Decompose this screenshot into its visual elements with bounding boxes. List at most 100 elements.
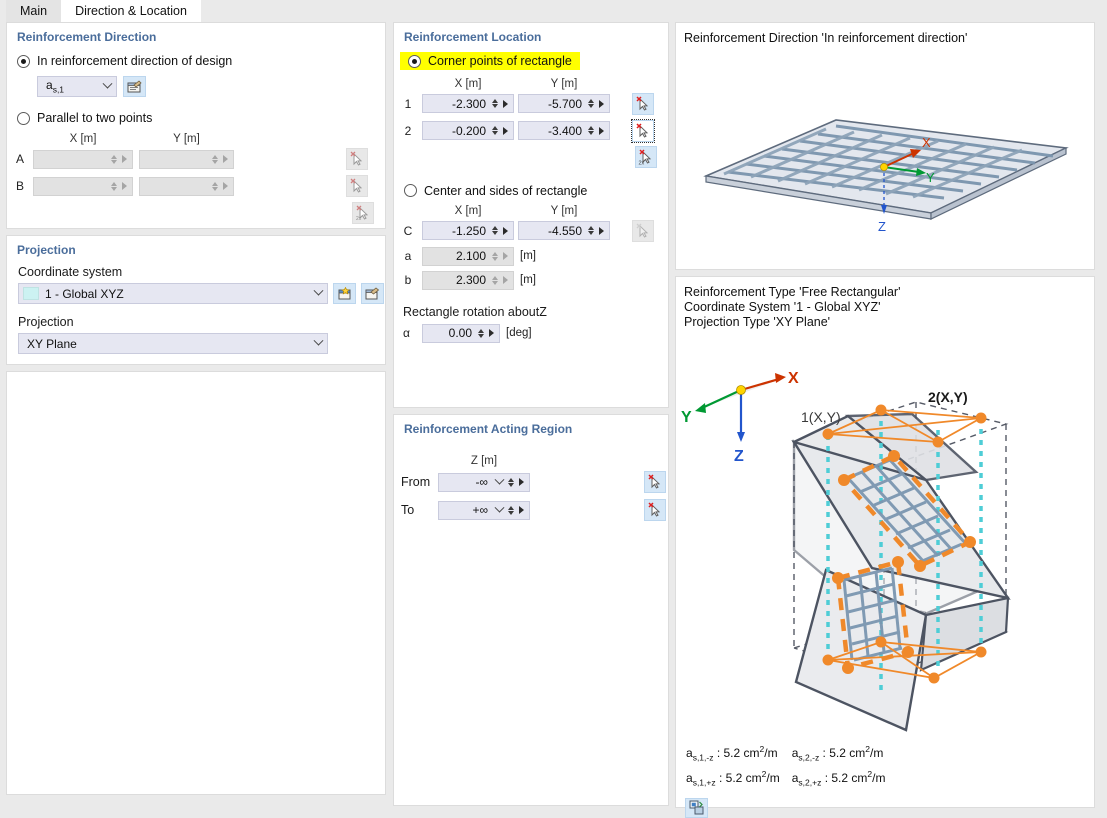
- expand-triangle-icon[interactable]: [515, 506, 527, 514]
- pick-two-points-icon[interactable]: 2x: [352, 202, 374, 224]
- spinner[interactable]: [490, 99, 499, 108]
- spinner[interactable]: [490, 126, 499, 135]
- chevron-down-icon[interactable]: [492, 479, 506, 486]
- value: 2.100: [455, 249, 486, 263]
- reinforcement-direction-view[interactable]: Reinforcement Direction 'In reinforcemen…: [675, 22, 1095, 270]
- from-z-input[interactable]: -∞: [438, 472, 530, 492]
- coordinate-system-select[interactable]: 1 - Global XYZ: [18, 283, 328, 304]
- chevron-down-icon: [311, 290, 325, 297]
- spinner[interactable]: [490, 251, 499, 261]
- expand-triangle-icon[interactable]: [515, 478, 527, 486]
- spinner[interactable]: [506, 477, 515, 487]
- projection-panel: Projection Coordinate system 1 - Global …: [6, 235, 386, 365]
- radio-parallel-two-points[interactable]: Parallel to two points: [7, 111, 385, 125]
- spinner[interactable]: [476, 328, 485, 338]
- new-coordinate-system-icon[interactable]: [333, 283, 356, 304]
- view-line-3: Projection Type 'XY Plane': [684, 315, 831, 329]
- spinner[interactable]: [586, 226, 595, 235]
- tab-main[interactable]: Main: [6, 0, 62, 22]
- reinforcement-direction-title: Reinforcement Direction: [17, 30, 157, 44]
- expand-triangle-icon[interactable]: [595, 100, 607, 108]
- pick-point-icon[interactable]: [346, 175, 368, 197]
- column-header-z: Z [m]: [470, 455, 498, 467]
- row-label-b: B: [15, 179, 24, 193]
- table-row: 2 -0.200 -3.400: [394, 118, 668, 143]
- radio-indicator: [17, 54, 30, 68]
- expand-triangle-icon[interactable]: [499, 227, 511, 235]
- expand-triangle-icon[interactable]: [219, 182, 231, 190]
- color-swatch: [23, 287, 39, 300]
- table-row: B: [7, 175, 385, 197]
- point-b-x-input[interactable]: [33, 176, 133, 196]
- projection-type-value: XY Plane: [27, 336, 77, 351]
- axis-label-y: Y: [681, 409, 692, 426]
- pick-point-icon[interactable]: [644, 471, 666, 493]
- edit-coordinate-system-icon[interactable]: [361, 283, 384, 304]
- spinner[interactable]: [210, 181, 219, 191]
- legend-cell: as,2,+z : 5.2 cm2/m: [791, 769, 886, 788]
- pick-two-points-icon[interactable]: 2x: [635, 145, 657, 168]
- projection-type-select[interactable]: XY Plane: [18, 333, 328, 354]
- design-direction-select[interactable]: as,1: [37, 76, 117, 97]
- table-row: A: [7, 148, 385, 170]
- point-a-y-input[interactable]: [139, 149, 234, 169]
- axis-label-x: X: [788, 370, 799, 387]
- expand-triangle-icon[interactable]: [499, 276, 511, 284]
- pick-point-icon[interactable]: [632, 219, 654, 242]
- view-line-2: Coordinate System '1 - Global XYZ': [684, 300, 881, 314]
- side-b-input[interactable]: 2.300: [422, 270, 514, 290]
- pick-point-icon[interactable]: [631, 118, 655, 143]
- expand-triangle-icon[interactable]: [499, 100, 511, 108]
- spinner[interactable]: [506, 505, 515, 515]
- tab-direction-location[interactable]: Direction & Location: [61, 0, 201, 22]
- reinforcement-type-view[interactable]: Reinforcement Type 'Free Rectangular' Co…: [675, 276, 1095, 818]
- radio-corner-points[interactable]: Corner points of rectangle: [400, 52, 580, 70]
- pick-point-icon[interactable]: [346, 148, 368, 170]
- expand-triangle-icon[interactable]: [118, 155, 130, 163]
- export-image-icon[interactable]: [685, 797, 708, 818]
- center-x-input[interactable]: -1.250: [422, 221, 514, 240]
- chevron-down-icon[interactable]: [492, 507, 506, 514]
- radio-in-design-direction[interactable]: In reinforcement direction of design: [7, 54, 385, 68]
- pick-point-icon[interactable]: [644, 499, 666, 521]
- expand-triangle-icon[interactable]: [219, 155, 231, 163]
- spinner[interactable]: [490, 275, 499, 285]
- point-a-x-input[interactable]: [33, 149, 133, 169]
- acting-region-title: Reinforcement Acting Region: [404, 422, 573, 436]
- spinner[interactable]: [109, 181, 118, 191]
- pick-point-icon[interactable]: [632, 92, 654, 115]
- chevron-down-icon: [100, 83, 114, 90]
- legend-row: as,1,-z : 5.2 cm2/m as,2,-z : 5.2 cm2/m: [686, 741, 897, 766]
- corner-2-y-input[interactable]: -3.400: [518, 121, 610, 140]
- expand-triangle-icon[interactable]: [499, 252, 511, 260]
- expand-triangle-icon[interactable]: [595, 127, 607, 135]
- table-row: C -1.250 -4.550: [394, 219, 668, 242]
- expand-triangle-icon[interactable]: [485, 329, 497, 337]
- side-a-input[interactable]: 2.100: [422, 246, 514, 266]
- edit-properties-icon[interactable]: [123, 76, 146, 97]
- spinner[interactable]: [210, 154, 219, 164]
- value: -2.300: [451, 96, 486, 111]
- radio-indicator: [17, 111, 30, 125]
- corner-1-y-input[interactable]: -5.700: [518, 94, 610, 113]
- slab-3d-graphic: X Y Z: [703, 119, 1069, 234]
- corner-2-x-input[interactable]: -0.200: [422, 121, 514, 140]
- corner-1-x-input[interactable]: -2.300: [422, 94, 514, 113]
- legend-cell: as,1,-z : 5.2 cm2/m: [686, 744, 778, 763]
- radio-center-sides[interactable]: Center and sides of rectangle: [394, 184, 668, 198]
- free-rectangular-3d-graphic: X Y Z 1(X,Y) 2(X,Y): [681, 370, 1011, 732]
- radio-label: Parallel to two points: [37, 111, 153, 125]
- expand-triangle-icon[interactable]: [499, 127, 511, 135]
- expand-triangle-icon[interactable]: [595, 227, 607, 235]
- expand-triangle-icon[interactable]: [118, 182, 130, 190]
- rotation-input[interactable]: 0.00: [422, 323, 500, 343]
- to-z-input[interactable]: +∞: [438, 500, 530, 520]
- spinner[interactable]: [586, 99, 595, 108]
- spinner[interactable]: [586, 126, 595, 135]
- table-row: To +∞: [394, 499, 668, 521]
- spinner[interactable]: [490, 226, 499, 235]
- center-y-input[interactable]: -4.550: [518, 221, 610, 240]
- axis-label-z: Z: [878, 219, 886, 234]
- point-b-y-input[interactable]: [139, 176, 234, 196]
- spinner[interactable]: [109, 154, 118, 164]
